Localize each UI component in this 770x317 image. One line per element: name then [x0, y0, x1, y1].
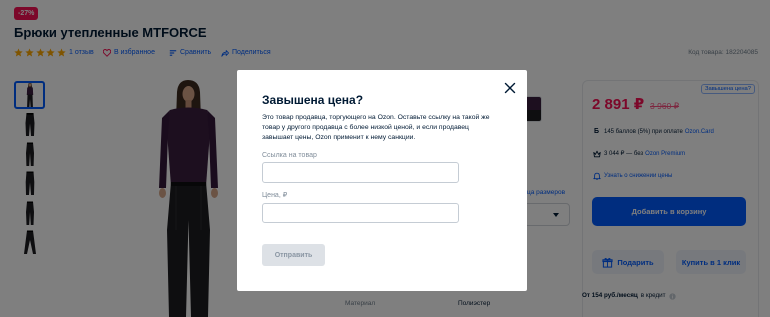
close-icon[interactable] [504, 82, 516, 94]
modal-description-line: завышает цены, Ozon применит к нему санк… [262, 134, 416, 141]
price-complaint-modal: Завышена цена? Это товар продавца, торгу… [237, 70, 527, 291]
modal-description: Это товар продавца, торгующего на Ozon. … [262, 113, 490, 143]
modal-description-line: товар у другого продавца с более низкой … [262, 124, 469, 131]
submit-button[interactable]: Отправить [262, 244, 325, 266]
price-field-label: Цена, ₽ [262, 192, 288, 199]
product-link-input[interactable] [262, 162, 459, 183]
price-input[interactable] [262, 203, 459, 223]
modal-title: Завышена цена? [262, 93, 364, 107]
modal-description-line: Это товар продавца, торгующего на Ozon. … [262, 114, 490, 121]
link-field-label: Ссылка на товар [262, 152, 317, 159]
